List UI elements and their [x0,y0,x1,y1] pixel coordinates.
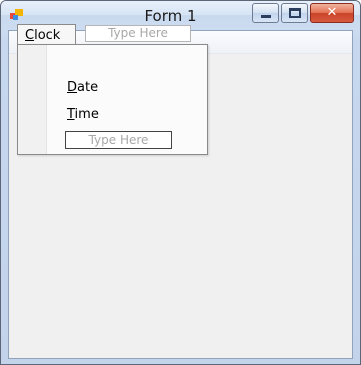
menu-item-date-label: ate [77,80,99,95]
close-button[interactable]: ✕ [310,3,354,23]
menu-type-here-box[interactable]: Type Here [85,25,191,42]
minimize-icon [261,15,271,18]
maximize-icon [289,8,301,18]
minimize-button[interactable] [252,3,279,23]
menu-item-clock-label: lock [34,28,61,43]
dropdown-image-margin [18,45,47,154]
maximize-button[interactable] [281,3,308,23]
menu-item-time-accel: T [67,107,75,122]
menu-item-clock-accel: C [25,28,35,43]
caption-buttons: ✕ [252,3,354,23]
menu-item-clock[interactable]: Clock [17,24,76,45]
dropdown-type-here-box[interactable]: Type Here [65,131,172,149]
form-window: Form 1 ✕ Clock Type Here Date Time Type … [0,0,361,365]
close-icon: ✕ [326,5,338,20]
menu-item-time-label: ime [74,107,99,122]
menu-item-time[interactable]: Time [67,107,99,122]
menu-item-date[interactable]: Date [67,80,98,95]
menu-item-date-accel: D [67,80,78,95]
